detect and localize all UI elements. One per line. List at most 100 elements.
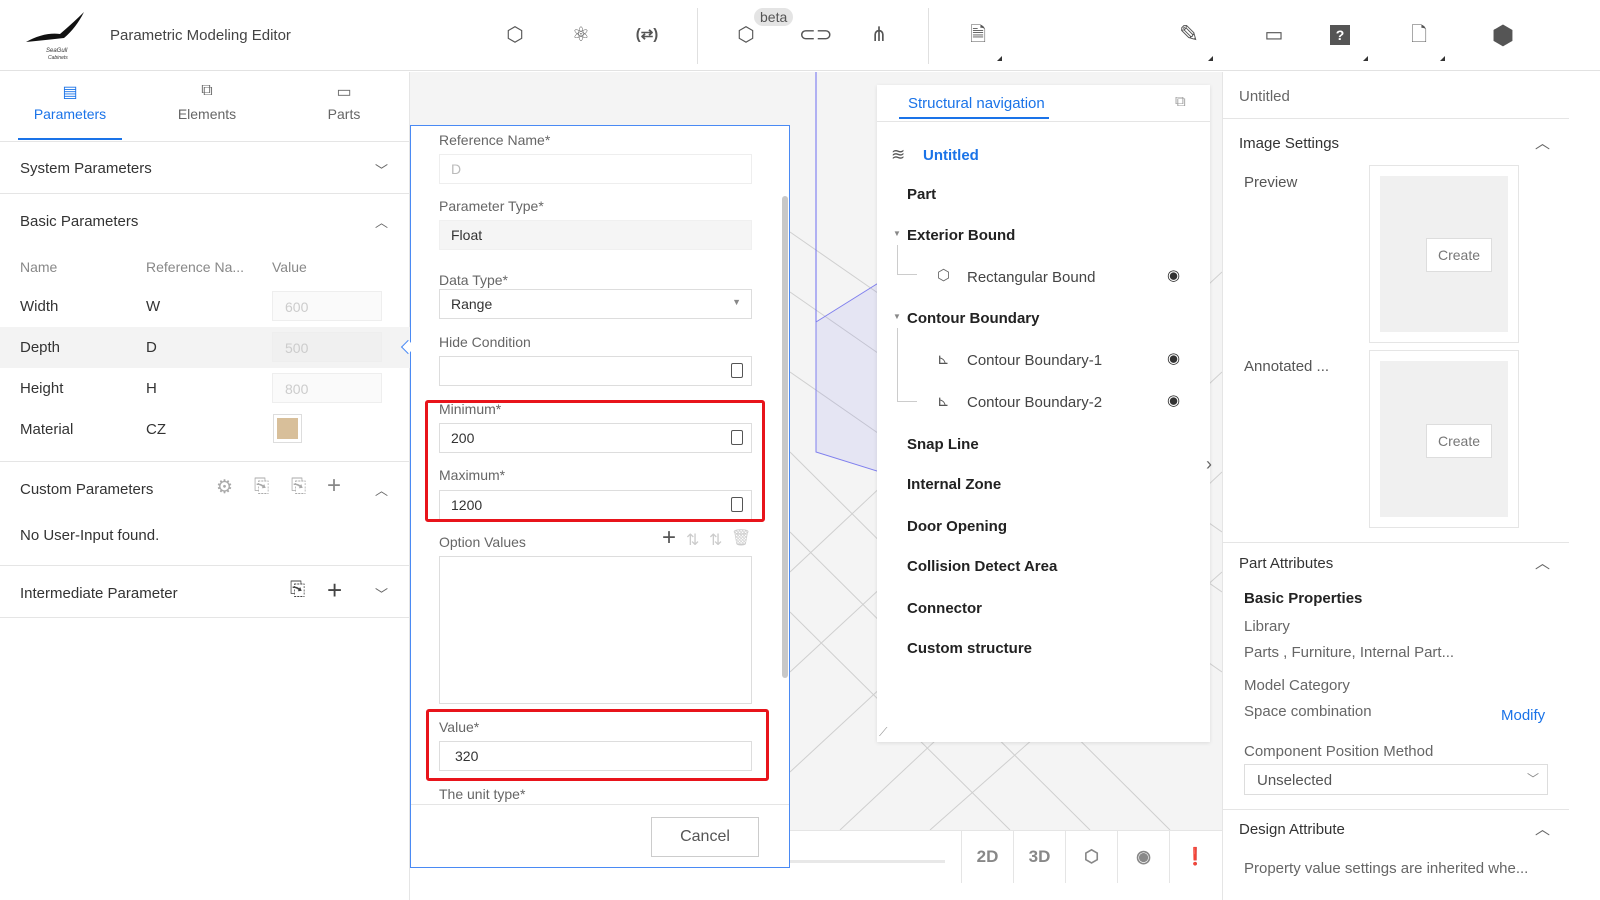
add-icon[interactable]: + xyxy=(327,575,342,606)
tree-item-collision[interactable]: Collision Detect Area xyxy=(907,558,1057,575)
atom-icon[interactable]: ⚛ xyxy=(568,22,594,48)
chevron-down-icon[interactable]: ﹀ xyxy=(375,584,388,603)
table-row[interactable]: Depth D 500 xyxy=(0,327,410,368)
modify-link[interactable]: Modify xyxy=(1501,707,1545,724)
eye-icon[interactable]: ◉ xyxy=(1167,349,1180,367)
link-icon[interactable]: ⊂⊃ xyxy=(799,22,833,48)
settings-icon[interactable]: ⚙ xyxy=(216,476,233,499)
export-icon[interactable]: ⎘ xyxy=(291,476,306,498)
caret-down-icon[interactable]: ▼ xyxy=(893,312,901,321)
contour-icon: ⊾ xyxy=(937,393,950,410)
parameter-type-input[interactable]: Float xyxy=(439,220,752,250)
3d-view-button[interactable]: 3D xyxy=(1013,831,1065,883)
design-note: Property value settings are inherited wh… xyxy=(1244,860,1529,877)
import-icon[interactable]: ⎘ xyxy=(290,579,305,601)
annotated-image-box: Create xyxy=(1369,350,1519,528)
table-row[interactable]: Material CZ xyxy=(0,409,410,450)
caret-down-icon[interactable]: ▼ xyxy=(893,229,901,238)
system-parameters-section[interactable]: System Parameters ﹀ xyxy=(0,142,410,194)
column-header: Reference Na... xyxy=(146,259,245,275)
tree-item-connector[interactable]: Connector xyxy=(907,600,982,617)
create-preview-button[interactable]: Create xyxy=(1426,238,1492,272)
tree-root[interactable]: Untitled xyxy=(923,147,979,164)
trash-icon[interactable]: 🗑 xyxy=(731,528,751,548)
param-value[interactable]: 500 xyxy=(272,332,382,362)
field-label: Model Category xyxy=(1244,677,1350,694)
table-row[interactable]: Height H 800 xyxy=(0,368,410,409)
tab-parts[interactable]: ▭ Parts xyxy=(284,82,404,122)
tab-parameters[interactable]: ▤ Parameters xyxy=(10,82,130,122)
chevron-up-icon[interactable]: ︿ xyxy=(1535,132,1550,153)
option-values-list[interactable] xyxy=(439,556,752,704)
reference-name-input[interactable]: D xyxy=(439,154,752,184)
dropdown-corner-icon xyxy=(997,56,1002,61)
help-icon[interactable]: ? xyxy=(1330,25,1350,45)
tree-item-contour-boundary[interactable]: Contour Boundary xyxy=(907,310,1040,327)
document-settings-icon[interactable]: 🗎 xyxy=(965,22,991,48)
position-method-select[interactable]: Unselected ﹀ xyxy=(1244,764,1548,795)
tree-item-contour-2[interactable]: Contour Boundary-2 xyxy=(967,394,1102,411)
eye-icon[interactable]: ◉ xyxy=(1167,266,1180,284)
library-value: Parts , Furniture, Internal Part... xyxy=(1244,644,1455,661)
tab-elements[interactable]: ⧉ Elements xyxy=(147,82,267,122)
tree-item-custom-structure[interactable]: Custom structure xyxy=(907,640,1032,657)
2d-view-button[interactable]: 2D xyxy=(961,831,1013,883)
sort-down-icon[interactable]: ⇅ xyxy=(709,530,722,550)
tree-item-internal-zone[interactable]: Internal Zone xyxy=(907,476,1001,493)
tab-structural-navigation[interactable]: Structural navigation xyxy=(908,95,1045,112)
tree-item-rectangular-bound[interactable]: Rectangular Bound xyxy=(967,269,1095,286)
tab-label: Elements xyxy=(177,106,237,122)
nodes-icon[interactable]: ⋔ xyxy=(866,22,892,48)
tree-item-door-opening[interactable]: Door Opening xyxy=(907,518,1007,535)
select-value: Range xyxy=(451,296,493,312)
calculator-icon[interactable] xyxy=(731,363,743,378)
cube-fx-icon[interactable]: ⬡ xyxy=(733,22,759,48)
chevron-right-icon[interactable]: › xyxy=(1206,454,1212,475)
sort-up-icon[interactable]: ⇅ xyxy=(686,530,699,550)
intermediate-parameter-section[interactable]: Intermediate Parameter ⎘ + ﹀ xyxy=(0,566,410,618)
chevron-down-icon[interactable]: ﹀ xyxy=(375,160,388,179)
pencil-icon[interactable]: ✎ xyxy=(1176,22,1202,48)
material-swatch[interactable] xyxy=(273,414,302,443)
chevron-up-icon[interactable]: ︿ xyxy=(375,212,388,231)
eye-icon[interactable]: ◉ xyxy=(1167,391,1180,409)
cancel-button[interactable]: Cancel xyxy=(651,817,759,857)
field-label: Reference Name* xyxy=(439,132,551,148)
slider-track[interactable] xyxy=(790,860,945,863)
eye-icon[interactable]: ◉ xyxy=(1117,831,1169,883)
monitor-chart-icon[interactable]: ▭ xyxy=(1261,22,1287,48)
hexagon-icon[interactable]: ⬢ xyxy=(1490,22,1516,48)
highlight-box xyxy=(426,709,769,781)
add-icon[interactable]: + xyxy=(327,472,341,500)
table-row[interactable]: Width W 600 xyxy=(0,286,410,327)
resize-handle[interactable]: ⟋ xyxy=(879,725,887,740)
tree-item-exterior-bound[interactable]: Exterior Bound xyxy=(907,227,1015,244)
tree-item-contour-1[interactable]: Contour Boundary-1 xyxy=(967,352,1102,369)
add-icon[interactable]: + xyxy=(662,524,676,552)
document-title: Untitled xyxy=(1239,88,1290,105)
param-ref: W xyxy=(146,298,161,315)
section-title: Part Attributes xyxy=(1239,555,1334,572)
file-icon[interactable]: 🗋 xyxy=(1406,22,1432,48)
param-value[interactable]: 600 xyxy=(272,291,382,321)
param-name: Depth xyxy=(20,339,61,356)
cube-view-icon[interactable]: ⬡ xyxy=(1065,831,1117,883)
chevron-up-icon[interactable]: ︿ xyxy=(1535,818,1550,839)
swap-brackets-icon[interactable]: (⇄) xyxy=(634,22,660,48)
chevron-up-icon[interactable]: ︿ xyxy=(1535,552,1550,573)
cube-grid-icon[interactable]: ⬡ xyxy=(502,22,528,48)
alert-icon[interactable]: ❗ xyxy=(1169,831,1221,883)
scrollbar[interactable] xyxy=(782,196,788,678)
header: SeaGull Cabinets Parametric Modeling Edit… xyxy=(0,0,1600,71)
data-type-select[interactable]: Range ▼ xyxy=(439,289,752,319)
dropdown-corner-icon xyxy=(1440,56,1445,61)
import-icon[interactable]: ⎘ xyxy=(254,476,269,498)
chevron-up-icon[interactable]: ︿ xyxy=(375,480,388,499)
expand-icon[interactable]: ⧉ xyxy=(1175,93,1186,110)
param-value[interactable]: 800 xyxy=(272,373,382,403)
tree-item-snap-line[interactable]: Snap Line xyxy=(907,436,979,453)
create-annotated-button[interactable]: Create xyxy=(1426,424,1492,458)
hide-condition-input[interactable] xyxy=(439,356,752,386)
divider xyxy=(697,8,698,64)
tree-item-part[interactable]: Part xyxy=(907,186,936,203)
